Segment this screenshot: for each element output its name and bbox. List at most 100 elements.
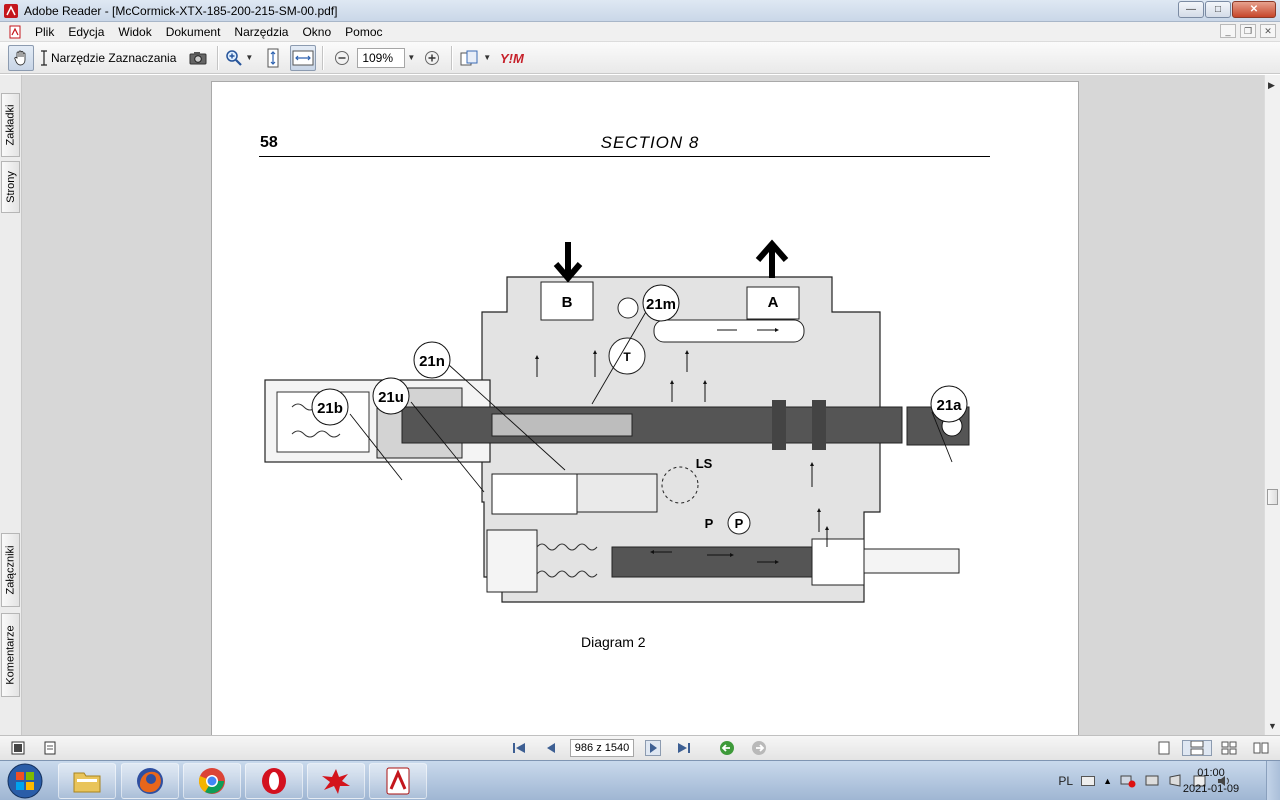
svg-text:21u: 21u	[378, 389, 404, 406]
callout-21m: 21m	[642, 284, 680, 322]
network-error-icon[interactable]	[1120, 774, 1136, 788]
port-t-label: T	[623, 350, 631, 364]
fit-page-button[interactable]	[260, 45, 286, 71]
tab-zakladki[interactable]: Zakładki	[1, 93, 20, 157]
tab-strony-label: Strony	[4, 171, 17, 203]
zoom-in-icon	[226, 49, 243, 66]
single-page-icon[interactable]	[10, 740, 26, 756]
page-number-input[interactable]: 986 z 1540	[570, 739, 634, 757]
tab-komentarze[interactable]: Komentarze	[1, 613, 20, 697]
zoom-tool-button[interactable]: ▼	[224, 45, 256, 71]
menu-dokument[interactable]: Dokument	[159, 25, 228, 39]
document-icon[interactable]	[8, 25, 22, 39]
hand-icon	[14, 50, 26, 65]
menu-okno[interactable]: Okno	[295, 25, 338, 39]
zoom-dropdown-icon[interactable]: ▼	[407, 53, 415, 62]
svg-text:Y!M: Y!M	[500, 51, 525, 66]
camera-icon	[189, 51, 207, 64]
taskbar-firefox[interactable]	[121, 763, 179, 799]
taskbar-adobe-reader[interactable]	[369, 763, 427, 799]
device-icon[interactable]	[1144, 774, 1160, 788]
menu-pomoc[interactable]: Pomoc	[338, 25, 389, 39]
tray-expand-icon[interactable]: ▲	[1103, 776, 1112, 786]
text-cursor-icon	[41, 49, 47, 66]
doc-close-button[interactable]: ✕	[1260, 24, 1276, 38]
taskbar-splash-app[interactable]	[307, 763, 365, 799]
zoom-input[interactable]: 109%	[357, 47, 406, 68]
maximize-button[interactable]: □	[1205, 1, 1231, 18]
toolbar-separator	[217, 45, 219, 70]
taskbar-explorer[interactable]	[58, 763, 116, 799]
adobe-reader-taskbar-icon	[386, 767, 410, 795]
single-page-layout-icon[interactable]	[1156, 740, 1172, 756]
continuous-layout-icon[interactable]	[1182, 740, 1212, 756]
taskbar: PL ▲ 01:00 2021-01-09	[0, 760, 1280, 800]
doc-restore-button[interactable]: ❐	[1240, 24, 1256, 38]
first-page-icon[interactable]	[511, 740, 527, 756]
toolbar-separator	[322, 45, 324, 70]
zoom-tool-caret-icon[interactable]: ▼	[245, 53, 253, 62]
tab-zalaczniki[interactable]: Załączniki	[1, 533, 20, 607]
close-button[interactable]: ✕	[1232, 1, 1276, 18]
zoom-out-icon	[335, 50, 350, 65]
svg-text:21m: 21m	[646, 296, 676, 313]
select-tool-button[interactable]: Narzędzie Zaznaczania	[38, 45, 181, 71]
callout-21n: 21n	[413, 341, 451, 379]
document-view[interactable]: 58 SECTION 8 B A T LS P P 21b 21u 21n 21…	[22, 75, 1264, 735]
menu-plik[interactable]: Plik	[28, 25, 61, 39]
port-a-label: A	[768, 294, 779, 311]
previous-page-icon[interactable]	[543, 740, 559, 756]
fit-width-button[interactable]	[290, 44, 317, 71]
status-bar: 986 z 1540	[0, 735, 1280, 760]
fit-page-icon	[267, 48, 279, 67]
callout-21a: 21a	[930, 385, 968, 423]
vertical-scrollbar[interactable]: ▶ ▼	[1264, 75, 1280, 735]
clock[interactable]: 01:00 2021-01-09	[1182, 765, 1240, 797]
menu-edycja[interactable]: Edycja	[61, 25, 111, 39]
callout-21b: 21b	[311, 388, 349, 426]
scroll-right-icon[interactable]: ▶	[1268, 80, 1275, 91]
zoom-in-button[interactable]	[419, 45, 445, 71]
zoom-out-button[interactable]	[329, 45, 355, 71]
chrome-icon	[198, 768, 225, 794]
facing-layout-icon[interactable]	[1221, 740, 1237, 756]
next-page-icon[interactable]	[645, 740, 661, 756]
svg-text:21a: 21a	[936, 397, 962, 414]
snapshot-button[interactable]	[185, 45, 211, 71]
minimize-button[interactable]: —	[1178, 1, 1204, 18]
page-thumbnail-icon[interactable]	[42, 740, 58, 756]
forward-view-icon[interactable]	[751, 740, 767, 756]
rotate-button[interactable]: ▼	[458, 45, 494, 71]
rotate-icon	[460, 50, 478, 65]
hand-tool-button[interactable]	[8, 44, 34, 71]
tab-strony[interactable]: Strony	[1, 161, 20, 213]
pdf-page: 58 SECTION 8 B A T LS P P 21b 21u 21n 21…	[212, 82, 1078, 735]
hydraulic-valve-diagram: B A T LS P P 21b 21u 21n 21m 21a	[264, 239, 970, 603]
windows-logo-icon	[7, 763, 43, 799]
menu-widok[interactable]: Widok	[111, 25, 158, 39]
show-desktop-button[interactable]	[1266, 761, 1280, 800]
menu-narzedzia[interactable]: Narzędzia	[227, 25, 295, 39]
continuous-facing-icon[interactable]	[1253, 740, 1269, 756]
keyboard-icon[interactable]	[1081, 776, 1096, 786]
start-button[interactable]	[3, 762, 47, 800]
opera-icon	[262, 768, 286, 794]
scrollbar-thumb[interactable]	[1267, 489, 1278, 505]
last-page-icon[interactable]	[676, 740, 692, 756]
callout-21u: 21u	[372, 377, 410, 415]
toolbar-separator	[451, 45, 453, 70]
rotate-caret-icon[interactable]: ▼	[483, 53, 491, 62]
taskbar-chrome[interactable]	[183, 763, 241, 799]
zoom-plus-icon	[425, 50, 440, 65]
scroll-down-icon[interactable]: ▼	[1268, 721, 1277, 731]
fit-width-icon	[292, 50, 314, 65]
taskbar-opera[interactable]	[245, 763, 303, 799]
title-bar: Adobe Reader - [McCormick-XTX-185-200-21…	[0, 0, 1280, 22]
back-view-icon[interactable]	[719, 740, 735, 756]
doc-minimize-button[interactable]: _	[1220, 24, 1236, 38]
port-p2-label: P	[735, 516, 744, 531]
clock-date: 2021-01-09	[1182, 783, 1240, 795]
language-indicator[interactable]: PL	[1058, 774, 1073, 788]
select-tool-label: Narzędzie Zaznaczania	[51, 50, 177, 65]
yim-button[interactable]: Y!M	[498, 45, 534, 71]
